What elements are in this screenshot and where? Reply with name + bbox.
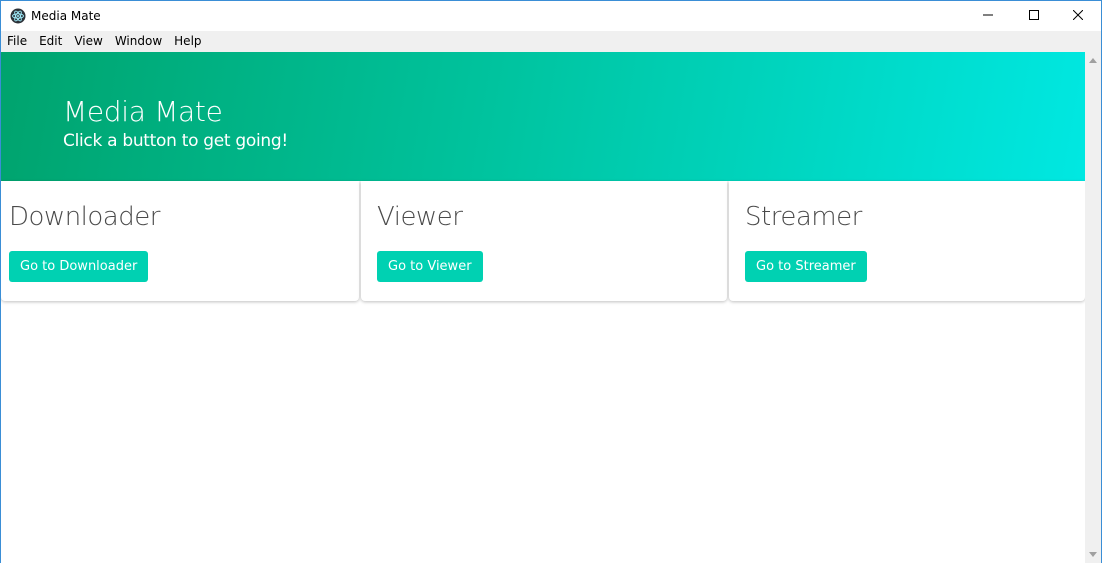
vertical-scrollbar[interactable]	[1085, 52, 1101, 563]
close-button[interactable]	[1055, 1, 1101, 31]
downloader-card: Downloader Go to Downloader	[1, 181, 359, 301]
card-title: Streamer	[745, 202, 862, 232]
maximize-icon	[1029, 7, 1039, 25]
scroll-up-arrow-icon[interactable]	[1089, 58, 1097, 63]
menu-edit[interactable]: Edit	[33, 31, 68, 52]
go-to-downloader-button[interactable]: Go to Downloader	[9, 251, 149, 282]
app-window: Media Mate File Edit View Window Help Me…	[0, 0, 1102, 563]
main-content: Media Mate Click a button to get going! …	[1, 52, 1085, 563]
menu-bar: File Edit View Window Help	[1, 31, 1101, 52]
hero-title: Media Mate	[63, 95, 223, 128]
card-title: Viewer	[377, 202, 463, 232]
streamer-card: Streamer Go to Streamer	[729, 181, 1085, 301]
menu-help[interactable]: Help	[168, 31, 207, 52]
electron-atom-icon	[10, 8, 26, 24]
maximize-button[interactable]	[1011, 1, 1057, 31]
menu-view[interactable]: View	[68, 31, 108, 52]
card-title: Downloader	[9, 202, 160, 232]
hero-banner: Media Mate Click a button to get going!	[1, 52, 1085, 181]
scroll-down-arrow-icon[interactable]	[1089, 552, 1097, 557]
go-to-viewer-button[interactable]: Go to Viewer	[377, 251, 483, 282]
hero-subtitle: Click a button to get going!	[63, 131, 288, 151]
viewer-card: Viewer Go to Viewer	[361, 181, 727, 301]
close-icon	[1072, 7, 1084, 25]
go-to-streamer-button[interactable]: Go to Streamer	[745, 251, 867, 282]
menu-window[interactable]: Window	[109, 31, 168, 52]
minimize-button[interactable]	[965, 1, 1011, 31]
menu-file[interactable]: File	[1, 31, 33, 52]
minimize-icon	[983, 7, 993, 25]
title-bar[interactable]: Media Mate	[1, 1, 1101, 31]
window-title: Media Mate	[31, 9, 101, 23]
